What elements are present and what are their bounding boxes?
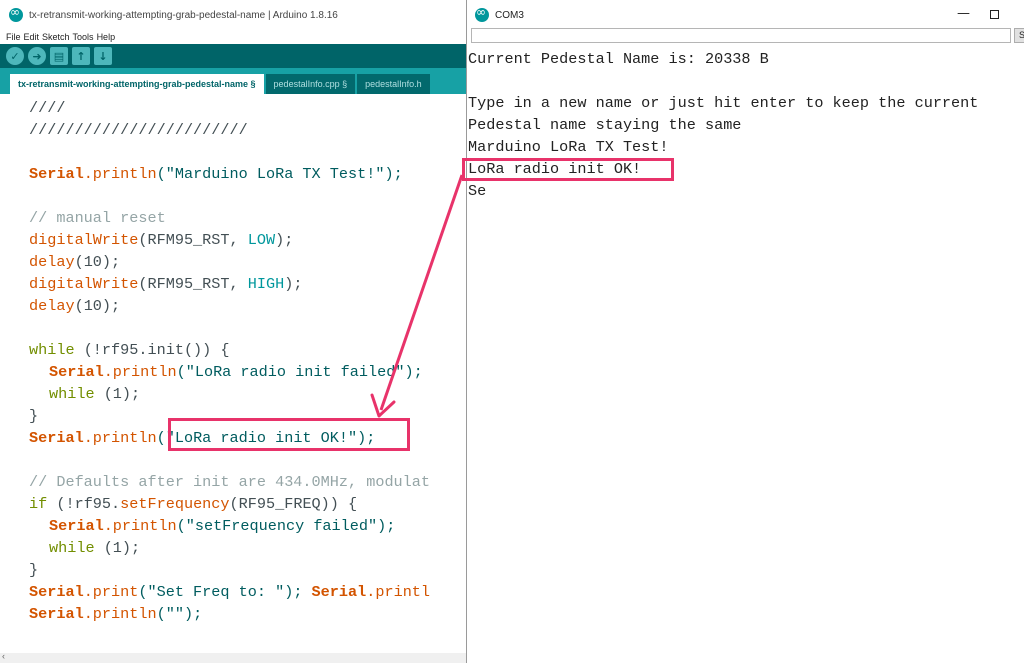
- upload-button[interactable]: ➜: [28, 47, 46, 65]
- editor-horizontal-scrollbar[interactable]: ‹: [0, 651, 466, 663]
- menu-tools[interactable]: Tools: [73, 32, 94, 42]
- ide-menubar: File Edit Sketch Tools Help: [0, 30, 466, 44]
- code-line: // manual reset: [29, 209, 166, 227]
- code-line: // Defaults after init are 434.0MHz, mod…: [29, 473, 431, 491]
- output-highlight-box: [462, 158, 674, 181]
- code-line: ////: [29, 99, 66, 117]
- code-line: digitalWrite(RFM95_RST, HIGH);: [29, 275, 303, 293]
- code-line: delay(10);: [29, 253, 121, 271]
- code-line: Serial.println("LoRa radio init failed")…: [49, 363, 423, 381]
- checkmark-icon: ✓: [10, 49, 20, 63]
- verify-button[interactable]: ✓: [6, 47, 24, 65]
- arrow-up-icon: ↑: [76, 49, 86, 63]
- serial-output-area: Current Pedestal Name is: 20338 B Type i…: [467, 48, 1024, 663]
- tab-pedestalinfo-cpp[interactable]: pedestalInfo.cpp §: [265, 74, 356, 94]
- code-line: Serial.println("setFrequency failed");: [49, 517, 396, 535]
- code-line: Serial.print("Set Freq to: "); Serial.pr…: [29, 583, 431, 601]
- maximize-icon[interactable]: [990, 10, 999, 19]
- tab-main-sketch[interactable]: tx-retransmit-working-attempting-grab-pe…: [10, 74, 264, 94]
- menu-help[interactable]: Help: [97, 32, 116, 42]
- code-line: ////////////////////////: [29, 121, 248, 139]
- code-line: }: [29, 407, 39, 425]
- serial-input-field[interactable]: [471, 28, 1011, 43]
- menu-edit[interactable]: Edit: [24, 32, 40, 42]
- code-line: while (1);: [49, 539, 141, 557]
- serial-monitor-window: COM3 — S Current Pedestal Name is: 20338…: [466, 0, 1024, 663]
- serial-monitor-titlebar: COM3 —: [467, 0, 1024, 30]
- menu-file[interactable]: File: [6, 32, 21, 42]
- menu-sketch[interactable]: Sketch: [42, 32, 70, 42]
- code-highlight-box: [168, 418, 410, 451]
- code-line: delay(10);: [29, 297, 121, 315]
- serial-output-line: Current Pedestal Name is: 20338 B: [468, 50, 769, 68]
- new-sketch-button[interactable]: ▤: [50, 47, 68, 65]
- serial-output-line: Type in a new name or just hit enter to …: [468, 94, 979, 112]
- arduino-logo-icon: [475, 5, 489, 22]
- code-editor[interactable]: //// //////////////////////// Serial.pri…: [0, 94, 466, 663]
- scroll-left-icon[interactable]: ‹: [2, 651, 5, 661]
- ide-toolbar: ✓ ➜ ▤ ↑ ↓: [0, 44, 466, 68]
- code-line: digitalWrite(RFM95_RST, LOW);: [29, 231, 294, 249]
- serial-output-line: Marduino LoRa TX Test!: [468, 138, 669, 156]
- arrow-right-icon: ➜: [32, 49, 42, 63]
- code-line: if (!rf95.setFrequency(RF95_FREQ)) {: [29, 495, 358, 513]
- code-line: Serial.println("Marduino LoRa TX Test!")…: [29, 165, 403, 183]
- send-button[interactable]: S: [1014, 28, 1024, 43]
- code-line: }: [29, 561, 39, 579]
- arduino-logo-icon: [9, 5, 23, 22]
- serial-output-line: Se: [468, 182, 487, 200]
- code-line: Serial.println("");: [29, 605, 203, 623]
- open-sketch-button[interactable]: ↑: [72, 47, 90, 65]
- code-line: while (!rf95.init()) {: [29, 341, 230, 359]
- arduino-ide-window: tx-retransmit-working-attempting-grab-pe…: [0, 0, 466, 663]
- minimize-icon[interactable]: —: [957, 6, 970, 21]
- serial-monitor-title: COM3: [495, 9, 524, 21]
- code-line: while (1);: [49, 385, 141, 403]
- ide-tabbar: tx-retransmit-working-attempting-grab-pe…: [0, 68, 466, 94]
- tab-pedestalinfo-h[interactable]: pedestalInfo.h: [357, 74, 430, 94]
- ide-window-title: tx-retransmit-working-attempting-grab-pe…: [29, 9, 338, 21]
- new-file-icon: ▤: [53, 49, 65, 63]
- arrow-down-icon: ↓: [98, 49, 108, 63]
- ide-titlebar: tx-retransmit-working-attempting-grab-pe…: [0, 0, 466, 30]
- save-sketch-button[interactable]: ↓: [94, 47, 112, 65]
- serial-output-line: Pedestal name staying the same: [468, 116, 742, 134]
